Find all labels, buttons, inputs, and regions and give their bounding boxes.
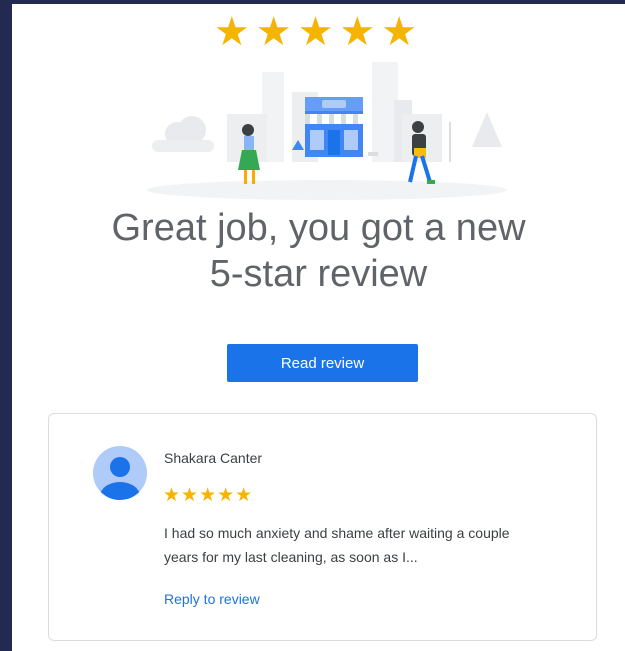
- headline-line-2: 5-star review: [209, 253, 428, 295]
- review-stars-icon: ★★★★★: [163, 484, 254, 506]
- reviewer-name: Shakara Canter: [164, 450, 263, 466]
- email-card: ★★★★★ Great job, you got a new 5-star re…: [12, 4, 625, 651]
- reply-to-review-link[interactable]: Reply to review: [164, 591, 260, 607]
- person-avatar-icon: [100, 457, 140, 500]
- storefront-illustration: [147, 62, 507, 200]
- page-title: Great job, you got a new 5-star review: [32, 205, 605, 297]
- headline-line-1: Great job, you got a new: [111, 207, 526, 249]
- review-card: Shakara Canter ★★★★★ I had so much anxie…: [48, 413, 597, 641]
- review-text: I had so much anxiety and shame after wa…: [164, 521, 564, 569]
- review-text-line-1: I had so much anxiety and shame after wa…: [164, 525, 510, 541]
- read-review-button[interactable]: Read review: [227, 344, 418, 382]
- rating-stars-icon: ★★★★★: [213, 9, 424, 55]
- review-text-line-2: years for my last cleaning, as soon as I…: [164, 549, 418, 565]
- avatar: [93, 446, 147, 500]
